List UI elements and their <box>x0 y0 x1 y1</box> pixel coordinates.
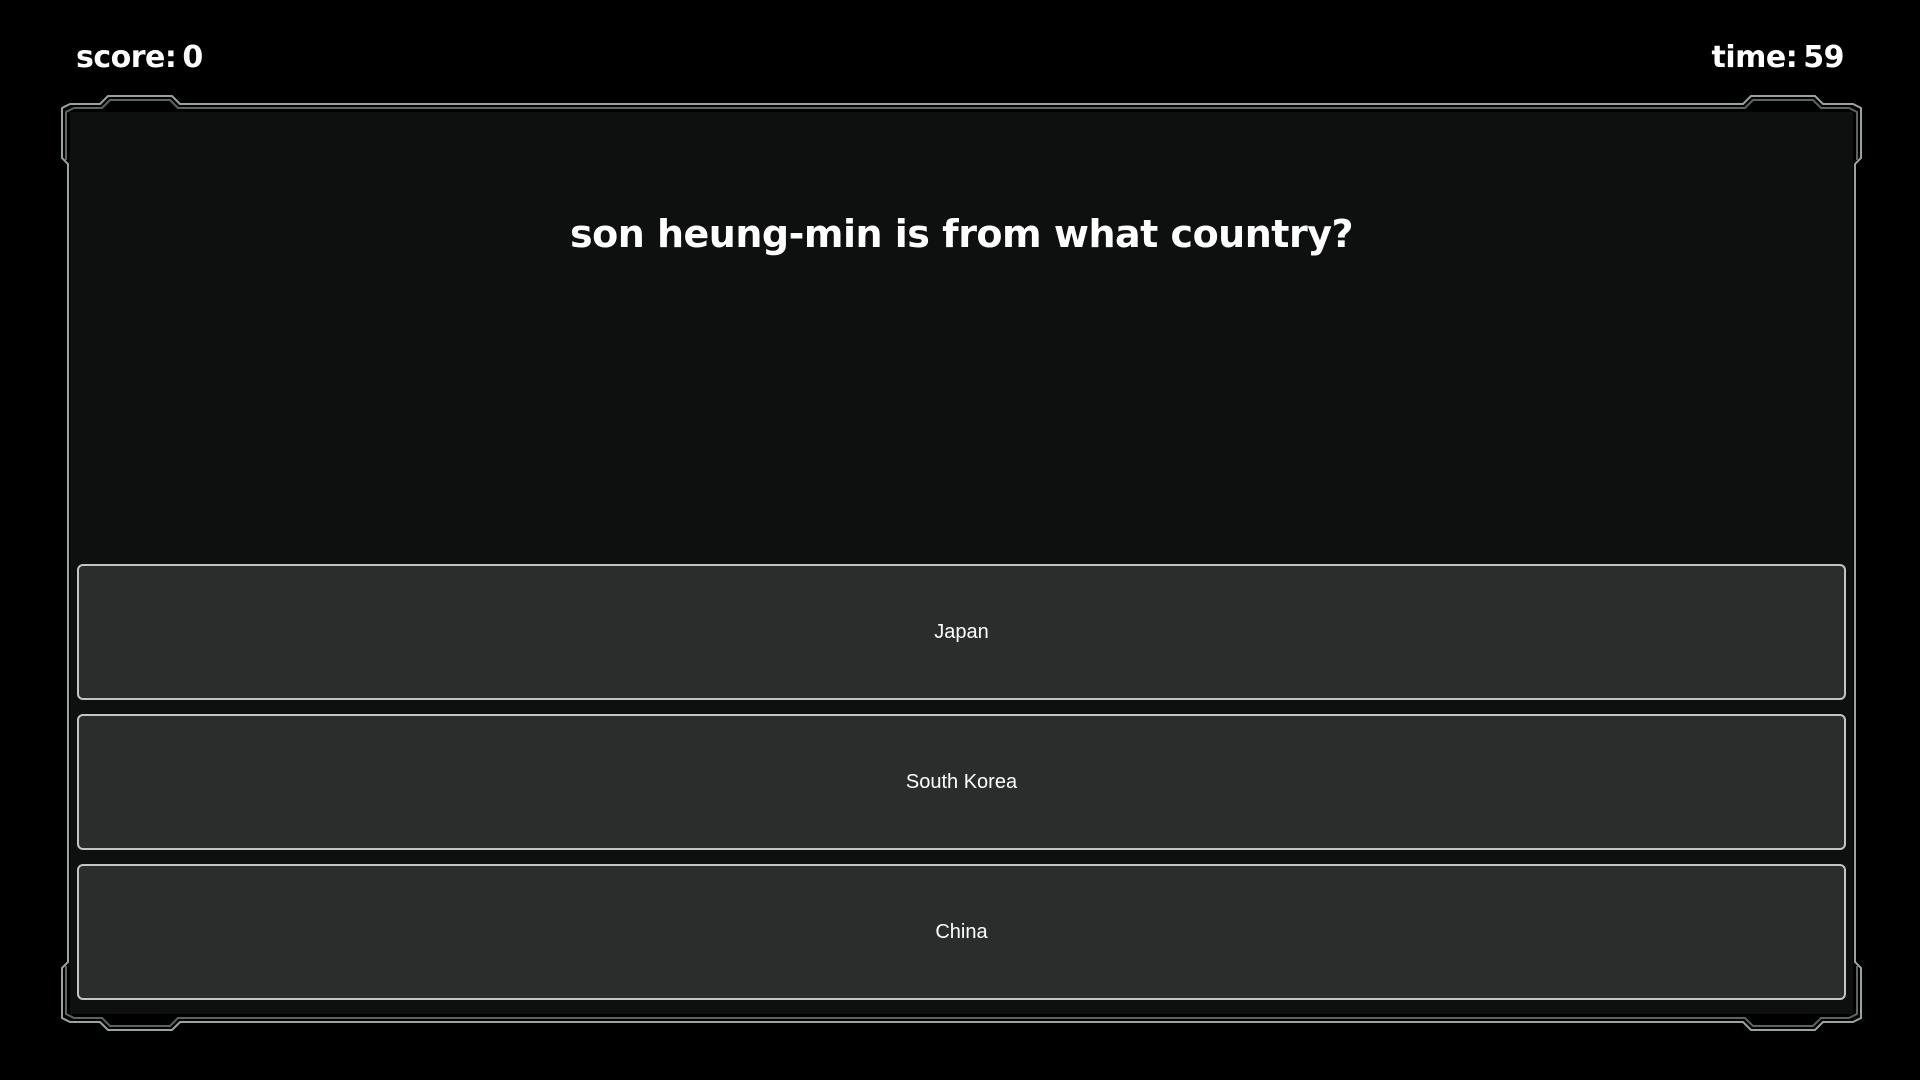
answer-option-3[interactable]: China <box>77 864 1846 1000</box>
score-label: score: <box>76 40 177 75</box>
score-display: score: 0 <box>76 40 203 75</box>
timer-display: time: 59 <box>1711 40 1845 75</box>
quiz-frame: son heung-min is from what country? Japa… <box>61 95 1862 1031</box>
answer-option-2[interactable]: South Korea <box>77 714 1846 850</box>
time-value: 59 <box>1803 40 1844 75</box>
answer-option-1[interactable]: Japan <box>77 564 1846 700</box>
score-value: 0 <box>182 40 203 75</box>
question-panel: son heung-min is from what country? Japa… <box>70 112 1853 1014</box>
answer-list: Japan South Korea China <box>77 564 1846 1000</box>
question-text: son heung-min is from what country? <box>569 212 1354 256</box>
time-label: time: <box>1711 40 1798 75</box>
